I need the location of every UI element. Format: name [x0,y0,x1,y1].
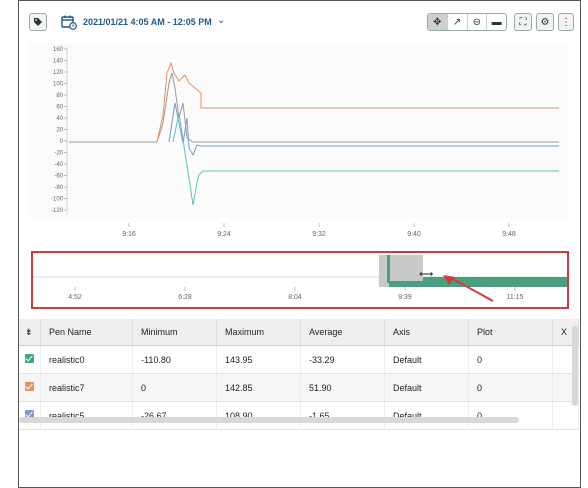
y-tick-label: 80 [56,93,63,99]
vertical-scrollbar[interactable] [572,326,578,406]
pen-checkbox[interactable] [25,382,34,391]
y-tick-label: -40 [54,162,63,168]
x-tick-label: 9:16 [122,231,136,238]
y-tick-label: 100 [53,82,64,88]
pen-plot[interactable]: 0 [468,345,553,374]
gear-icon: ⚙ [540,16,550,28]
y-tick-label: 160 [53,47,64,53]
x-tick-label: 9:48 [502,231,516,238]
col-maximum[interactable]: Maximum [216,319,301,346]
resize-horizontal-icon[interactable]: ⟷ [419,269,433,280]
main-time-axis: 9:16 9:24 9:32 9:40 9:48 [29,223,569,243]
y-tick-label: -80 [54,185,63,191]
x-tick-label: 9:24 [217,231,231,238]
expand-icon: ⛶ [519,16,527,28]
col-pen-name[interactable]: Pen Name [40,319,133,346]
pen-plot[interactable]: 0 [468,401,553,430]
pen-min: -110.80 [132,345,217,374]
y-tick-label: 120 [53,70,64,76]
nav-tick-label: 4:52 [68,294,82,301]
nav-tick-label: 8:04 [288,294,302,301]
pen-plot[interactable]: 0 [468,373,553,402]
toolbar: 2021/01/21 4:05 AM - 12:05 PM ⌄ ✥ ↗ ⊖ ▬ … [19,1,580,43]
table-row[interactable]: realistic0 -110.80 143.95 -33.29 Default… [19,345,579,374]
main-plot[interactable]: 160 140 120 100 80 60 40 20 0 -20 -40 -60 -80 -100 -12… [29,43,569,218]
tag-icon [34,18,42,26]
pan-icon[interactable]: ✥ [428,14,448,30]
pen-axis[interactable]: Default [384,373,469,402]
pen-name: realistic7 [40,373,133,402]
time-navigator[interactable]: 4:52 6:28 8:04 9:39 11:15 ⟷ [31,251,569,309]
pen-avg: -1.65 [300,401,385,430]
chevron-down-icon[interactable]: ⌄ [217,15,225,26]
navigator-svg: 4:52 6:28 8:04 9:39 11:15 [33,255,567,302]
settings-button[interactable]: ⚙ [536,13,554,31]
pen-min: 0 [132,373,217,402]
y-tick-label: 60 [56,105,63,111]
chart-tools-group: ✥ ↗ ⊖ ▬ [427,13,507,31]
zoom-icon[interactable]: ↗ [448,14,468,30]
y-tick-label: -20 [54,151,63,157]
y-tick-label: -60 [54,174,63,180]
calendar-clock-icon[interactable] [61,14,77,30]
tag-button[interactable] [29,13,47,31]
table-header-row: ⇟ Pen Name Minimum Maximum Average Axis … [19,319,579,346]
pen-name: realistic0 [40,345,133,374]
main-plot-svg: 160 140 120 100 80 60 40 20 0 -20 -40 -60 -80 -100 -12… [51,47,559,215]
sort-icon[interactable]: ⇟ [19,319,41,346]
y-tick-label: 40 [56,116,63,122]
pen-axis[interactable]: Default [384,401,469,430]
main-time-axis-svg: 9:16 9:24 9:32 9:40 9:48 [122,223,516,238]
col-average[interactable]: Average [300,319,385,346]
legend-icon[interactable]: ▬ [487,14,506,30]
pen-min: -26.67 [132,401,217,430]
horizontal-scrollbar[interactable] [19,417,519,423]
col-plot[interactable]: Plot [468,319,553,346]
y-tick-label: -100 [51,197,64,203]
nav-tick-label: 9:39 [398,294,412,301]
col-axis[interactable]: Axis [384,319,469,346]
x-tick-label: 9:40 [407,231,421,238]
y-tick-label: 20 [56,128,63,134]
col-minimum[interactable]: Minimum [132,319,217,346]
nav-tick-label: 11:15 [507,294,524,301]
scale-icon[interactable]: ⊖ [468,14,488,30]
kebab-icon: ⋮ [561,16,571,28]
pen-avg: -33.29 [300,345,385,374]
nav-tick-label: 6:28 [178,294,192,301]
pen-max: 143.95 [216,345,301,374]
pen-max: 142.85 [216,373,301,402]
y-tick-label: -120 [51,208,64,214]
pen-table-grid: ⇟ Pen Name Minimum Maximum Average Axis … [19,319,579,430]
pen-max: 108.90 [216,401,301,430]
pen-avg: 51.90 [300,373,385,402]
date-range-label[interactable]: 2021/01/21 4:05 AM - 12:05 PM [83,17,212,27]
table-row[interactable]: realistic5 -26.67 108.90 -1.65 Default 0 [19,401,579,430]
trend-panel: 2021/01/21 4:05 AM - 12:05 PM ⌄ ✥ ↗ ⊖ ▬ … [18,0,581,488]
pen-name: realistic5 [40,401,133,430]
pen-table: ⇟ Pen Name Minimum Maximum Average Axis … [19,319,580,430]
pen-checkbox[interactable] [25,354,34,363]
pen-axis[interactable]: Default [384,345,469,374]
y-tick-label: 0 [60,139,64,145]
expand-button[interactable]: ⛶ [514,13,532,31]
y-tick-label: 140 [53,59,64,65]
more-button[interactable]: ⋮ [558,13,574,31]
x-tick-label: 9:32 [312,231,326,238]
table-row[interactable]: realistic7 0 142.85 51.90 Default 0 [19,373,579,402]
